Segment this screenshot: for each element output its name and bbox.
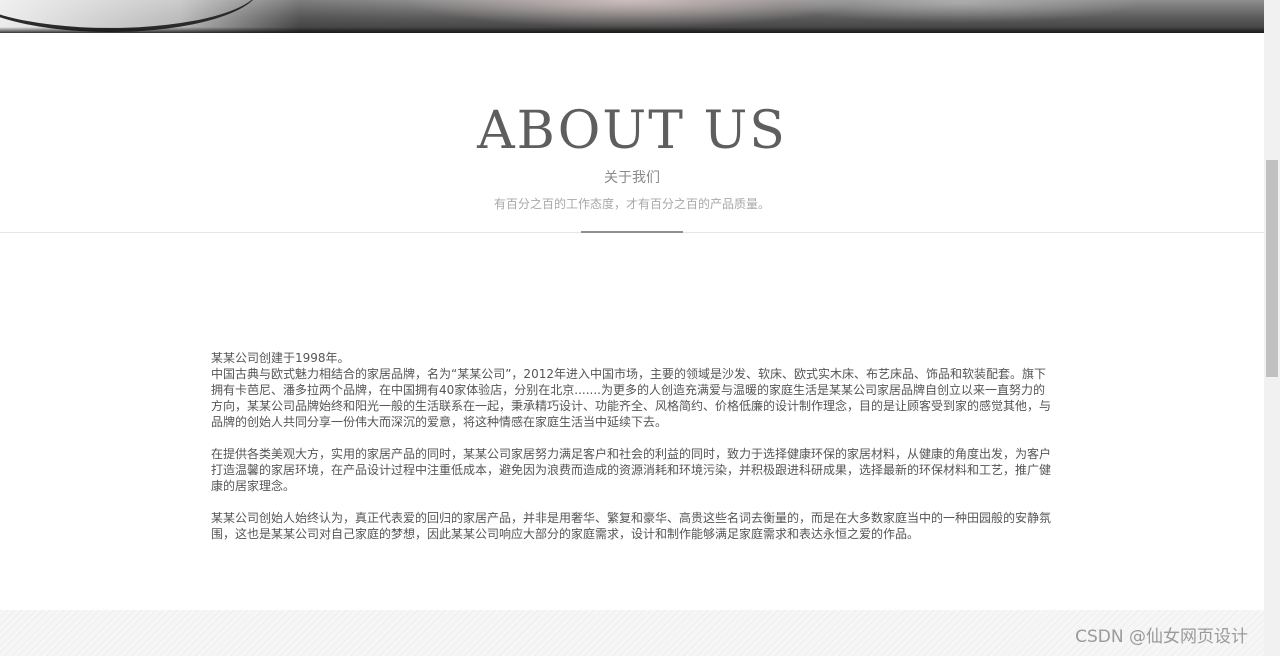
page: ABOUT US 关于我们 有百分之百的工作态度，才有百分之百的产品质量。 某某… [0, 0, 1264, 656]
philosophy-paragraph: 某某公司创始人始终认为，真正代表爱的回归的家居产品，并非是用奢华、繁复和豪华、高… [211, 511, 1052, 541]
hero-banner-shadow [0, 27, 1264, 33]
about-title: ABOUT US [477, 101, 787, 161]
brand-paragraph: 中国古典与欧式魅力相结合的家居品牌，名为“某某公司”，2012年进入中国市场，主… [211, 367, 1052, 429]
hero-banner-image [0, 0, 1264, 33]
about-content: 某某公司创建于1998年。 中国古典与欧式魅力相结合的家居品牌，名为“某某公司”… [211, 350, 1053, 558]
about-subtitle: 关于我们 [604, 170, 660, 186]
watermark: CSDN @仙女网页设计 [1075, 627, 1248, 647]
about-tagline: 有百分之百的工作态度，才有百分之百的产品质量。 [493, 197, 770, 211]
products-paragraph: 在提供各类美观大方，实用的家居产品的同时，某某公司家居努力满足客户和社会的利益的… [211, 447, 1052, 493]
scrollbar-thumb[interactable] [1266, 160, 1278, 377]
section-divider-accent [581, 231, 683, 233]
intro-paragraph: 某某公司创建于1998年。 [211, 351, 350, 365]
vertical-scrollbar[interactable] [1264, 0, 1280, 656]
